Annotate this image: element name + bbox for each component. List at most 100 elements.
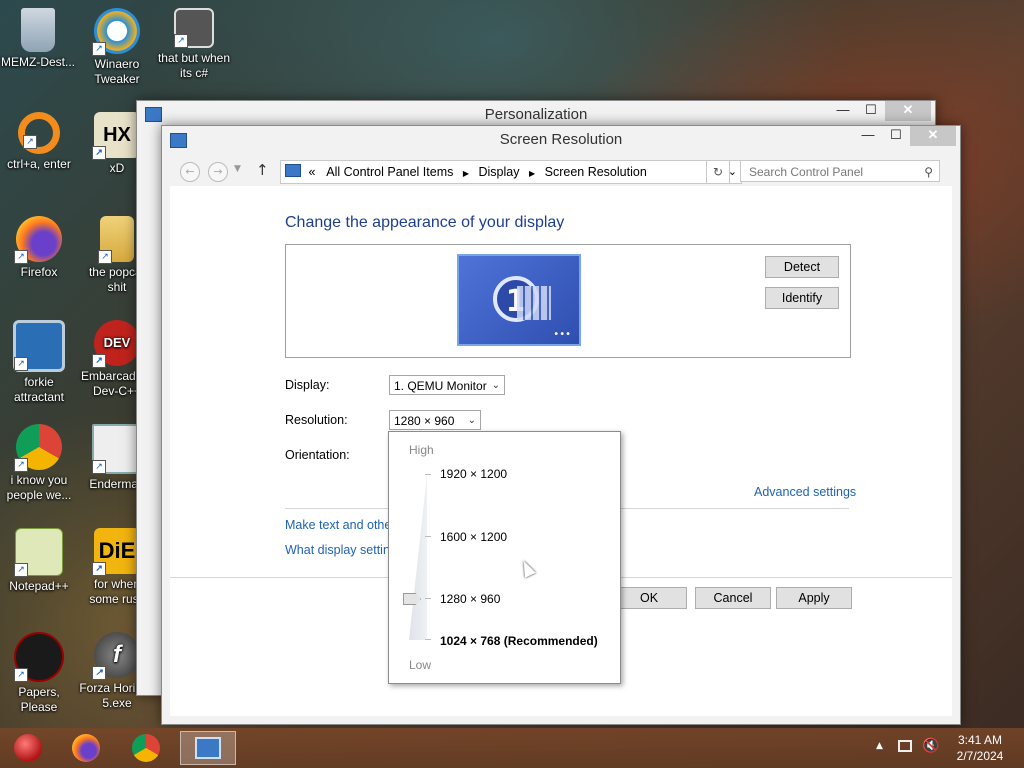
taskbar-chrome[interactable] — [122, 731, 170, 765]
minimize-button[interactable]: — — [829, 101, 857, 121]
winaero-icon: ↗ — [92, 8, 140, 56]
desktop-icon-label: Winaero Tweaker — [94, 57, 140, 86]
volume-muted-icon[interactable]: 🔇 — [922, 738, 939, 754]
maximize-button[interactable]: ☐ — [882, 126, 910, 146]
control-panel-icon — [195, 737, 221, 759]
desktop-icon-label: ctrl+a, enter — [7, 157, 71, 171]
detect-button[interactable]: Detect — [765, 256, 839, 278]
clock-date: 2/7/2024 — [956, 749, 1004, 763]
resolution-select-value: 1280 × 960 — [394, 414, 455, 428]
screen-resolution-titlebar[interactable]: Screen Resolution — ☐ ✕ — [162, 126, 960, 154]
desktop-icon-winaero[interactable]: ↗ Winaero Tweaker — [79, 8, 155, 87]
search-icon: ⚲ — [924, 165, 933, 179]
firefox-icon: ↗ — [14, 216, 62, 264]
desktop-icon-label: xD — [109, 161, 125, 175]
forward-button[interactable]: → — [208, 162, 228, 182]
desktop-icon-chrome[interactable]: ↗ i know you people we... — [1, 424, 77, 503]
window-title: Personalization — [484, 106, 588, 123]
resolution-slider-track[interactable] — [409, 474, 427, 640]
slider-tick — [425, 639, 431, 640]
slider-tick — [425, 598, 431, 599]
ok-button[interactable]: OK — [611, 587, 687, 609]
desktop-icon-label: forkie attractant — [13, 375, 65, 404]
navigation-row: ← → ▼ ↑ « All Control Panel Items ▶ Disp… — [172, 160, 950, 184]
taskbar: ▲ 🔇 3:41 AM 2/7/2024 — [0, 728, 1024, 768]
advanced-settings-link[interactable]: Advanced settings — [754, 485, 856, 499]
breadcrumb-item[interactable]: Display — [479, 165, 520, 179]
shortcut-stack-icon: ↗ — [174, 8, 214, 48]
window-icon: ↗ — [92, 424, 142, 474]
back-button[interactable]: ← — [180, 162, 200, 182]
desktop-icon-csharp[interactable]: ↗ that but when its c# — [156, 8, 232, 81]
monitor-1[interactable]: 1 ••• — [457, 254, 581, 346]
resolution-option-selected[interactable]: 1280 × 960 — [440, 592, 500, 606]
control-panel-icon — [285, 164, 301, 177]
minimize-button[interactable]: — — [854, 126, 882, 146]
resolution-option[interactable]: 1600 × 1200 — [440, 530, 507, 544]
resolution-dropdown[interactable]: High 1920 × 1200 1600 × 1200 1280 × 960 … — [388, 431, 621, 684]
maximize-button[interactable]: ☐ — [857, 101, 885, 121]
resolution-option[interactable]: 1920 × 1200 — [440, 467, 507, 481]
display-select[interactable]: 1. QEMU Monitor ⌄ — [389, 375, 505, 395]
window-title: Screen Resolution — [499, 131, 623, 148]
breadcrumb-item[interactable]: Screen Resolution — [545, 165, 647, 179]
display-label: Display: — [285, 378, 330, 392]
resolution-label: Resolution: — [285, 413, 348, 427]
breadcrumb-prefix[interactable]: « — [308, 165, 315, 179]
slider-tick — [425, 536, 431, 537]
breadcrumb-item[interactable]: All Control Panel Items — [326, 165, 453, 179]
clock[interactable]: 3:41 AM 2/7/2024 — [950, 732, 1010, 764]
address-bar[interactable]: « All Control Panel Items ▶ Display ▶ Sc… — [280, 160, 742, 184]
identify-button[interactable]: Identify — [765, 287, 839, 309]
desktop-icon-forkie[interactable]: ↗ forkie attractant — [1, 320, 77, 405]
resolution-option-recommended[interactable]: 1024 × 768 (Recommended) — [440, 634, 598, 648]
desktop-icon-firefox[interactable]: ↗ Firefox — [1, 216, 77, 280]
firefox-icon — [72, 734, 100, 762]
desktop-icon-ctrla[interactable]: ↗ ctrl+a, enter — [1, 112, 77, 172]
display-preview-box: 1 ••• Detect Identify — [285, 244, 851, 358]
display-select-value: 1. QEMU Monitor — [394, 379, 487, 393]
display-settings-link[interactable]: What display setting — [285, 543, 397, 557]
desktop-icon-memz[interactable]: MEMZ-Dest... — [0, 8, 76, 70]
up-button[interactable]: ↑ — [256, 161, 269, 179]
desktop-icon-label: i know you people we... — [6, 473, 72, 502]
apply-button[interactable]: Apply — [776, 587, 852, 609]
chrome-icon: ↗ — [14, 424, 62, 472]
window-controls: — ☐ ✕ — [854, 126, 956, 146]
taskbar-firefox[interactable] — [62, 731, 110, 765]
breadcrumb-separator-icon: ▶ — [462, 169, 470, 178]
desktop-icon-label: Papers, Please — [18, 685, 60, 714]
taskbar-ornament[interactable] — [4, 731, 52, 765]
monitor-dots-icon: ••• — [553, 329, 571, 340]
tray-overflow-icon[interactable]: ▲ — [876, 741, 883, 751]
chrome-icon — [132, 734, 160, 762]
desktop-icon-papers[interactable]: ↗ Papers, Please — [1, 632, 77, 715]
die-icon: DiE ↗ — [92, 528, 140, 576]
slider-tick — [425, 474, 431, 475]
taskbar-control-panel[interactable] — [180, 731, 236, 765]
network-icon[interactable] — [898, 740, 912, 752]
hxd-icon: HX ↗ — [92, 112, 140, 160]
chevron-down-icon: ⌄ — [467, 415, 476, 426]
recycle-bin-icon — [21, 8, 55, 52]
recent-pages-icon[interactable]: ▼ — [234, 164, 241, 174]
breadcrumb-separator-icon: ▶ — [528, 169, 536, 178]
desktop-icon-notepadpp[interactable]: ↗ Notepad++ — [1, 528, 77, 594]
page-title: Change the appearance of your display — [285, 214, 565, 231]
notepadpp-icon: ↗ — [14, 528, 63, 577]
control-panel-icon — [170, 133, 187, 148]
monitor-gear-icon: ↗ — [13, 320, 65, 372]
folder-icon: ↗ — [98, 216, 134, 264]
resolution-select[interactable]: 1280 × 960 ⌄ — [389, 410, 481, 430]
desktop-icon-label: Firefox — [20, 265, 58, 279]
desktop-icon-label: Notepad++ — [9, 579, 69, 593]
close-button[interactable]: ✕ — [885, 101, 931, 121]
ornament-icon — [14, 734, 42, 762]
search-input[interactable]: Search Control Panel ⚲ — [740, 160, 940, 182]
text-size-link[interactable]: Make text and other — [285, 518, 395, 532]
close-button[interactable]: ✕ — [910, 126, 956, 146]
refresh-button[interactable]: ↻ — [706, 160, 730, 184]
devcpp-icon: DEV ↗ — [92, 320, 140, 368]
orange-ring-icon: ↗ — [18, 112, 60, 154]
cancel-button[interactable]: Cancel — [695, 587, 771, 609]
